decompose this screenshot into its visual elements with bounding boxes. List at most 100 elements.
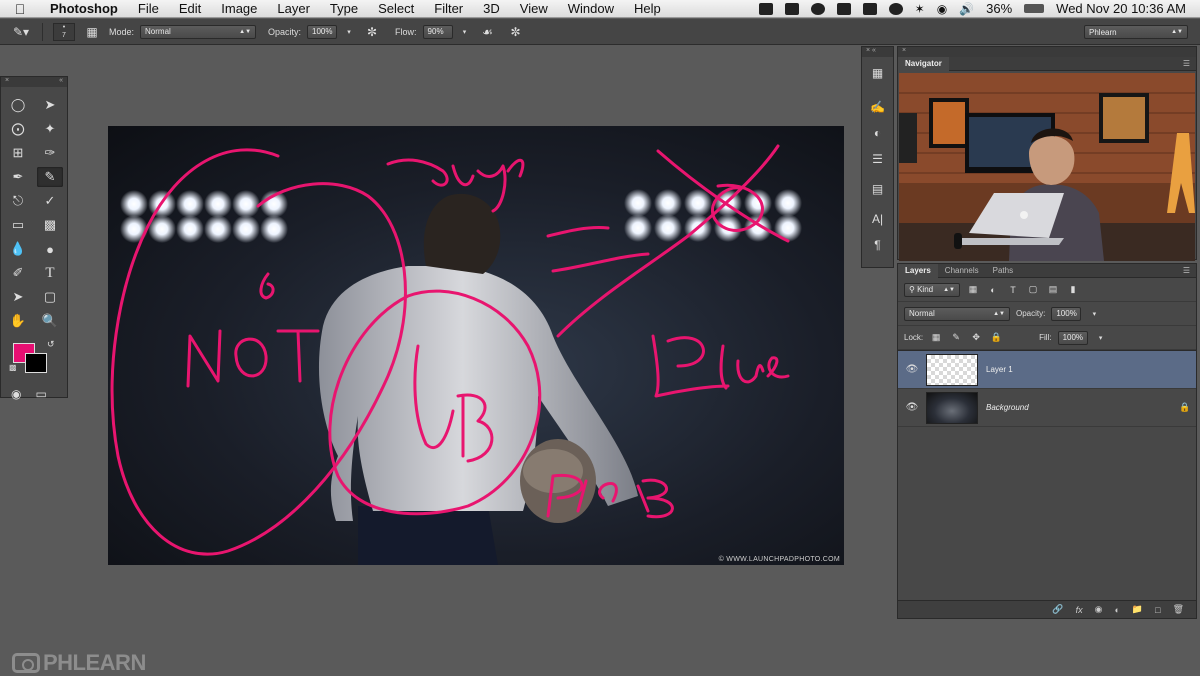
pen-tool-icon[interactable]: ✐ [5,263,31,283]
opacity-input[interactable]: 100% [307,24,338,39]
panel-menu-icon[interactable]: ☰ [1183,59,1196,68]
layer-row-layer-1[interactable]: 👁 Layer 1 [898,351,1196,389]
navigator-preview[interactable] [899,73,1195,261]
lock-pixels-icon[interactable]: ✎ [949,332,963,344]
shape-filter-icon[interactable]: ▢ [1026,284,1040,296]
eyedropper-tool-icon[interactable]: ✑ [37,143,63,163]
clock[interactable]: Wed Nov 20 10:36 AM [1056,1,1186,16]
wifi-icon[interactable]: ◉ [937,2,947,16]
display-icon[interactable] [862,2,877,15]
flow-dropdown-icon[interactable]: ▾ [459,23,471,41]
history-panel-icon[interactable]: ▦ [866,63,890,83]
panel-menu-icon[interactable]: ☰ [1183,266,1196,275]
brush-size-picker[interactable]: • 7 [53,22,75,41]
healing-brush-tool-icon[interactable]: ✒ [5,167,31,187]
eye-icon[interactable]: 👁 [898,364,926,375]
marquee-tool-icon[interactable]: ◯ [5,95,31,115]
history-brush-tool-icon[interactable]: ✓ [37,191,63,211]
zoom-tool-icon[interactable]: 🔍 [37,311,63,331]
lock-all-icon[interactable]: 🔒 [989,332,1003,344]
dropbox-icon[interactable] [836,2,851,15]
brush-presets-icon[interactable]: ✍ [866,97,890,117]
layer-style-icon[interactable]: fx [1076,605,1083,615]
brush-tool-icon[interactable]: ✎ [37,167,63,187]
new-group-icon[interactable]: 📁 [1132,604,1143,615]
apple-icon[interactable]:  [0,1,40,17]
type-tool-icon[interactable]: T [37,263,63,283]
document-canvas[interactable]: © WWW.LAUNCHPADPHOTO.COM [108,126,844,565]
swap-colors-icon[interactable]: ↺ [47,339,55,350]
rectangle-tool-icon[interactable]: ▢ [37,287,63,307]
menu-layer[interactable]: Layer [267,0,320,18]
flow-input[interactable]: 90% [422,24,453,39]
close-icon[interactable]: × [5,77,9,87]
actions-icon[interactable]: ▤ [866,179,890,199]
clone-stamp-tool-icon[interactable]: ⎋ [5,191,31,211]
crop-tool-icon[interactable]: ⊞ [5,143,31,163]
trash-icon[interactable]: 🗑 [1173,604,1184,615]
gradient-tool-icon[interactable]: ▩ [37,215,63,235]
layer-name[interactable]: Layer 1 [986,365,1196,374]
link-layers-icon[interactable]: 🔗 [1052,604,1063,615]
time-machine-icon[interactable] [888,2,903,15]
dodge-tool-icon[interactable]: ● [37,239,63,259]
quick-mask-icon[interactable]: ◉ [11,387,21,401]
brush-panel-toggle-icon[interactable]: ▦ [81,23,103,41]
default-colors-icon[interactable]: ▩ [9,363,17,372]
properties-icon[interactable]: ☰ [866,149,890,169]
mode-select[interactable]: Normal ▲▼ [140,24,257,39]
layer-filter-select[interactable]: ⚲ Kind ▲▼ [904,282,960,297]
paragraph-panel-icon[interactable]: ¶ [866,235,890,255]
volume-icon[interactable]: 🔊 [959,2,974,16]
tab-navigator[interactable]: Navigator [898,56,949,71]
brush-preset-icon[interactable]: ✎▾ [10,23,32,41]
tab-layers[interactable]: Layers [898,263,938,278]
pixel-filter-icon[interactable]: ▦ [966,284,980,296]
tools-panel-header[interactable]: × « [1,77,67,87]
tab-channels[interactable]: Channels [938,264,986,278]
app-menu[interactable]: Photoshop [40,1,128,16]
bluetooth-icon[interactable]: ✶ [915,2,925,16]
tab-paths[interactable]: Paths [986,264,1020,278]
menu-3d[interactable]: 3D [473,0,510,18]
menu-help[interactable]: Help [624,0,671,18]
adjustments-icon[interactable]: ◐ [866,123,890,143]
evernote-icon[interactable] [758,2,773,15]
opacity-dropdown-icon[interactable]: ▾ [343,23,355,41]
eye-icon[interactable]: 👁 [898,402,926,413]
menu-select[interactable]: Select [368,0,424,18]
pressure-opacity-icon[interactable]: ✼ [361,23,383,41]
layer-name[interactable]: Background [986,403,1174,412]
menu-filter[interactable]: Filter [424,0,473,18]
blend-mode-select[interactable]: Normal ▲▼ [904,306,1010,321]
new-layer-icon[interactable]: □ [1155,605,1160,615]
airbrush-icon[interactable]: ☙ [477,23,499,41]
smart-object-filter-icon[interactable]: ▤ [1046,284,1060,296]
menu-file[interactable]: File [128,0,169,18]
battery-percent[interactable]: 36% [986,1,1012,16]
new-adjustment-icon[interactable]: ◐ [1114,605,1119,615]
eraser-tool-icon[interactable]: ▭ [5,215,31,235]
menu-window[interactable]: Window [558,0,624,18]
strip-header[interactable]: × « [862,47,893,57]
menu-image[interactable]: Image [211,0,267,18]
move-tool-icon[interactable]: ➤ [37,95,63,115]
layer-opacity-input[interactable]: 100% [1051,306,1082,321]
screen-mode-icon[interactable]: ▭ [35,387,46,401]
workspace-select[interactable]: Phlearn ▲▼ [1084,25,1188,39]
adjustment-filter-icon[interactable]: ◐ [986,284,1000,296]
menu-view[interactable]: View [510,0,558,18]
fill-input[interactable]: 100% [1057,330,1088,345]
layer-row-background[interactable]: 👁 Background 🔒 [898,389,1196,427]
background-color-swatch[interactable] [25,353,47,373]
character-panel-icon[interactable]: A| [866,209,890,229]
lasso-tool-icon[interactable]: ⨀ [5,119,31,139]
lock-position-icon[interactable]: ✥ [969,332,983,344]
pressure-size-icon[interactable]: ✼ [505,23,527,41]
creative-cloud-icon[interactable] [810,2,825,15]
type-filter-icon[interactable]: T [1006,284,1020,296]
grid-icon[interactable] [784,2,799,15]
blur-tool-icon[interactable]: 💧 [5,239,31,259]
navigator-header[interactable]: × [898,47,1196,57]
menu-type[interactable]: Type [320,0,368,18]
